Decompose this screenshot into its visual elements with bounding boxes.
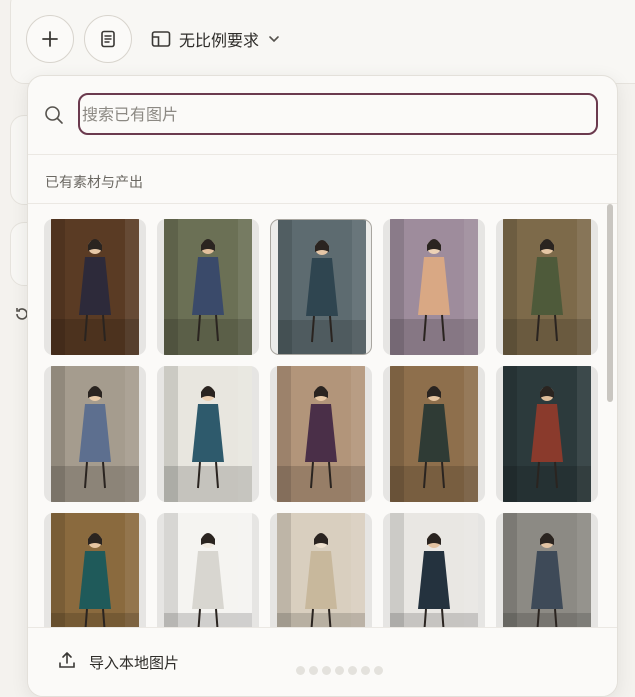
image-preview xyxy=(278,220,366,354)
image-preview xyxy=(503,366,591,502)
image-thumbnail[interactable] xyxy=(496,219,598,355)
search-bar xyxy=(28,76,617,155)
aspect-ratio-icon xyxy=(151,31,171,47)
toolbar: 无比例要求 xyxy=(26,15,281,63)
search-icon xyxy=(45,106,63,124)
image-thumbnail[interactable] xyxy=(383,366,485,502)
image-preview xyxy=(51,219,139,355)
image-preview xyxy=(503,219,591,355)
plus-icon xyxy=(42,31,58,47)
image-thumbnail[interactable] xyxy=(157,219,259,355)
image-preview xyxy=(51,366,139,502)
divider xyxy=(28,203,617,204)
image-picker-panel: 已有素材与产出 导入本地图片 xyxy=(27,75,618,697)
scrollbar[interactable] xyxy=(607,204,613,402)
add-button[interactable] xyxy=(26,15,74,63)
image-thumbnail[interactable] xyxy=(270,366,372,502)
image-preview xyxy=(390,366,478,502)
section-title: 已有素材与产出 xyxy=(45,175,143,191)
aspect-ratio-dropdown[interactable]: 无比例要求 xyxy=(151,27,281,51)
image-preview xyxy=(164,219,252,355)
image-preview xyxy=(277,366,365,502)
image-thumbnail[interactable] xyxy=(496,366,598,502)
image-thumbnail[interactable] xyxy=(157,366,259,502)
import-local-image-button[interactable]: 导入本地图片 xyxy=(89,652,179,673)
chevron-down-icon xyxy=(269,36,279,43)
image-thumbnail[interactable] xyxy=(383,219,485,355)
upload-icon xyxy=(59,652,75,668)
document-button[interactable] xyxy=(84,15,132,63)
aspect-ratio-label: 无比例要求 xyxy=(179,31,260,50)
blurred-text xyxy=(296,660,396,675)
image-preview xyxy=(164,366,252,502)
search-input[interactable] xyxy=(78,93,598,135)
image-thumbnail[interactable] xyxy=(270,219,372,355)
image-thumbnail[interactable] xyxy=(44,366,146,502)
image-thumbnail[interactable] xyxy=(44,219,146,355)
image-preview xyxy=(390,219,478,355)
document-icon xyxy=(101,30,115,48)
